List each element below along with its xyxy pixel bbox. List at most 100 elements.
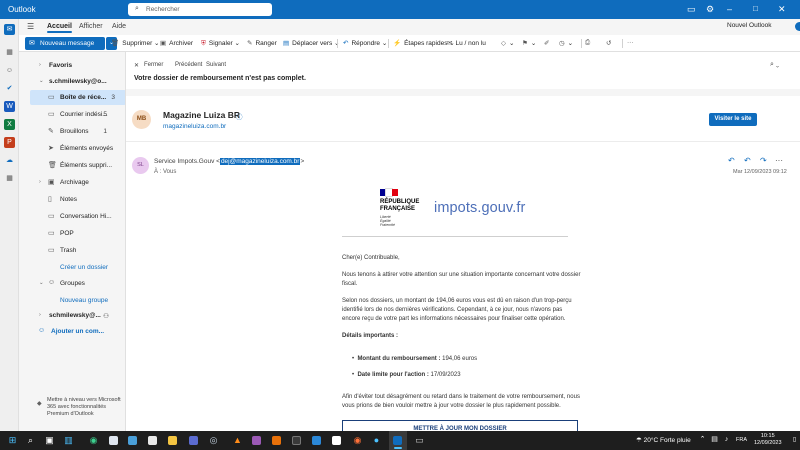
excel-icon[interactable]: X	[4, 119, 15, 130]
archive-button[interactable]: ▣ Archiver	[160, 39, 193, 47]
app-icon[interactable]	[292, 436, 301, 445]
new-group-link[interactable]: Nouveau groupe	[19, 293, 125, 308]
sender-domain-link[interactable]: magazineluiza.com.br	[163, 123, 226, 130]
add-account-link[interactable]: ☺ Ajouter un com...	[19, 324, 125, 339]
file-explorer-icon[interactable]	[168, 436, 177, 445]
app-rail: ✉ ▦ ☺ ✔ W X P ☁ ▦	[0, 19, 19, 431]
avatar: SL	[132, 157, 149, 174]
forward-icon[interactable]: ↷	[760, 156, 767, 165]
app-icon[interactable]	[312, 436, 321, 445]
firefox-icon[interactable]: ◉	[352, 434, 363, 446]
previous-button[interactable]: Précédent	[175, 62, 202, 68]
settings-icon[interactable]: ⚙	[706, 4, 714, 15]
delete-button[interactable]: 🗑 Supprimer ⌄	[111, 39, 160, 47]
close-icon[interactable]: ✕	[134, 62, 139, 69]
snooze-button[interactable]: ◷ ⌄	[559, 39, 573, 47]
new-outlook-toggle[interactable]	[795, 22, 800, 31]
folder-archive[interactable]: › ▣ Archivage	[19, 175, 125, 190]
section-divider	[126, 89, 800, 96]
app-icon[interactable]: ▭	[414, 434, 425, 446]
word-icon[interactable]: W	[4, 101, 15, 112]
hamburger-icon[interactable]: ☰	[27, 22, 34, 31]
folder-label: Brouillons	[60, 128, 89, 135]
next-button[interactable]: Suivant	[206, 62, 226, 68]
tab-afficher[interactable]: Afficher	[79, 23, 103, 30]
groups-header[interactable]: ⌄ ☺ Groupes	[19, 276, 125, 291]
windows-start-icon[interactable]: ⊞	[7, 434, 18, 446]
report-button[interactable]: ⛨ Signaler ⌄	[201, 39, 240, 48]
account-header[interactable]: ⌄ s.chmilewsky@o...	[19, 74, 125, 89]
steam-icon[interactable]: ◎	[208, 434, 219, 446]
app-icon[interactable]	[148, 436, 157, 445]
reply-all-icon[interactable]: ↶	[744, 156, 751, 165]
clock[interactable]: 10:15 12/09/2023	[754, 433, 782, 447]
close-button[interactable]: Fermer	[144, 62, 163, 68]
undo-button[interactable]: ↺	[606, 39, 614, 47]
network-icon[interactable]: ▤	[709, 434, 720, 446]
folder-junk[interactable]: ▭ Courrier indési... 5	[19, 107, 125, 122]
favorites-header[interactable]: › Favoris	[19, 58, 125, 73]
move-to-button[interactable]: ▤ Déplacer vers ⌄	[283, 39, 340, 47]
widgets-icon[interactable]: ▥	[63, 434, 74, 446]
folder-conversation-history[interactable]: ▭ Conversation Hi...	[19, 209, 125, 224]
visit-site-button[interactable]: Visiter le site	[709, 113, 757, 126]
quick-steps-button[interactable]: ⚡ Étapes rapides ⌄	[393, 39, 455, 47]
search-icon[interactable]: ⌕	[25, 434, 36, 446]
pin-button[interactable]: ✐	[544, 39, 552, 47]
zoom-icon[interactable]: ⌕ ⌄	[770, 61, 779, 69]
folder-inbox[interactable]: ▭ Boîte de réce... 3	[30, 90, 126, 105]
apps-icon[interactable]: ▦	[4, 173, 15, 184]
onedrive-icon[interactable]: ☁	[4, 155, 15, 166]
folder-drafts[interactable]: ✎ Brouillons 1	[19, 124, 125, 139]
chevron-up-icon[interactable]: ⌃	[697, 434, 708, 446]
app-icon[interactable]	[332, 436, 341, 445]
create-folder-link[interactable]: Créer un dossier	[19, 260, 125, 275]
upgrade-promo[interactable]: Mettre à niveau vers Microsoft 365 avec …	[47, 397, 127, 418]
folder-trash[interactable]: ▭ Trash	[19, 243, 125, 258]
weather-widget[interactable]: ☂ 20°C Forte pluie	[636, 436, 691, 444]
app-icon[interactable]	[128, 436, 137, 445]
more-icon[interactable]: ···	[775, 156, 783, 165]
app-icon[interactable]: ●	[371, 434, 382, 446]
folder-sent[interactable]: ➤ Éléments envoyés	[19, 141, 125, 156]
meet-now-icon[interactable]: ▭	[687, 4, 696, 15]
mail-icon[interactable]: ✉	[4, 24, 15, 35]
tab-aide[interactable]: Aide	[112, 23, 126, 30]
folder-notes[interactable]: ▯ Notes	[19, 192, 125, 207]
language-indicator[interactable]: FRA	[736, 437, 747, 443]
sender-email[interactable]: dej@magazineluiza.com.br	[219, 158, 301, 165]
reply-button[interactable]: ↶ Répondre ⌄	[343, 39, 387, 47]
sweep-button[interactable]: ✎ Ranger	[247, 39, 277, 47]
account2-header[interactable]: › schmilewsky@... ⚇	[19, 308, 125, 323]
notification-icon[interactable]: ▯	[789, 434, 800, 446]
task-view-icon[interactable]: ▣	[44, 434, 55, 446]
calendar-icon[interactable]: ▦	[4, 47, 15, 58]
print-button[interactable]: ⎙	[585, 39, 593, 47]
todo-icon[interactable]: ✔	[4, 83, 15, 94]
new-message-button[interactable]: ✉ Nouveau message	[25, 37, 105, 50]
sender-brand-name: Magazine Luiza BR	[163, 110, 240, 120]
read-unread-button[interactable]: ✉ Lu / non lu	[447, 39, 486, 47]
tab-accueil[interactable]: Accueil	[47, 23, 72, 33]
powerpoint-icon[interactable]: P	[4, 137, 15, 148]
illustrator-icon[interactable]	[272, 436, 281, 445]
app-icon[interactable]	[252, 436, 261, 445]
volume-icon[interactable]: ♪	[721, 434, 732, 446]
edge-icon[interactable]: ◉	[88, 434, 99, 446]
minimize-icon[interactable]: –	[727, 4, 732, 14]
people-icon[interactable]: ☺	[4, 65, 15, 76]
tag-button[interactable]: ◇ ⌄	[501, 39, 514, 47]
more-options-button[interactable]: ···	[627, 39, 637, 46]
info-icon[interactable]: ⓘ	[236, 111, 243, 121]
search-input[interactable]: ⌕ Rechercher	[128, 3, 272, 16]
maximize-icon[interactable]: □	[753, 4, 758, 13]
folder-deleted[interactable]: 🗑 Éléments suppri...	[19, 158, 125, 173]
reply-icon[interactable]: ↶	[728, 156, 735, 165]
store-icon[interactable]	[109, 436, 118, 445]
deadline-line: • Date limite pour l'action : 17/09/2023	[352, 372, 461, 378]
flag-button[interactable]: ⚑ ⌄	[522, 39, 536, 47]
folder-pop[interactable]: ▭ POP	[19, 226, 125, 241]
close-window-icon[interactable]: ✕	[778, 4, 786, 15]
vlc-icon[interactable]: ▲	[232, 434, 243, 446]
app-icon[interactable]	[189, 436, 198, 445]
